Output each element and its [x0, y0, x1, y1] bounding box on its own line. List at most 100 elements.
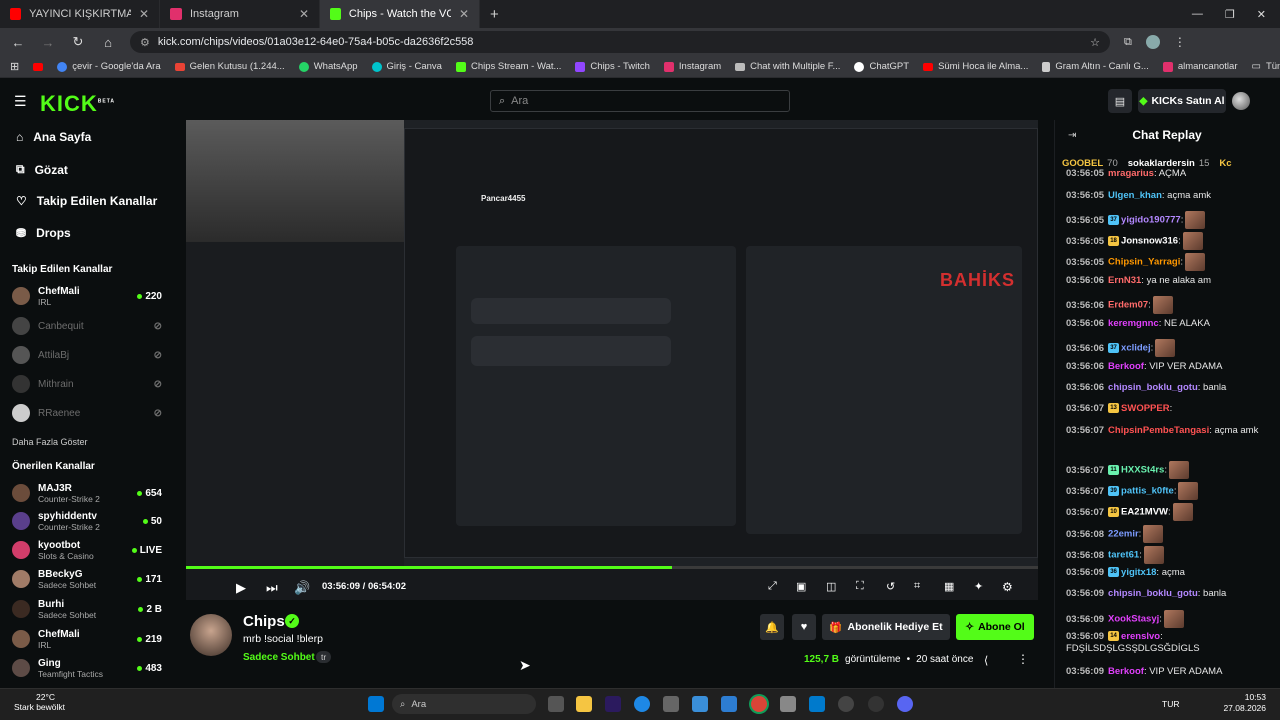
bookmark-item[interactable]: Gelen Kutusu (1.244...	[174, 61, 285, 72]
kick-logo[interactable]: KICKBETA	[40, 91, 115, 117]
nav-drops[interactable]: ⛃ Drops	[16, 226, 71, 240]
follow-heart-icon[interactable]: ♥	[792, 614, 816, 640]
chat-username[interactable]: Berkoof	[1108, 666, 1144, 677]
edge-icon[interactable]	[634, 696, 650, 712]
close-tab-icon[interactable]: ✕	[139, 7, 149, 21]
chat-username[interactable]: Ulgen_khan	[1108, 190, 1162, 201]
hamburger-menu-icon[interactable]: ☰	[14, 93, 27, 110]
chat-username[interactable]: EA21MVW	[1121, 507, 1168, 518]
subscribe-button[interactable]: ✧ Abone Ol	[956, 614, 1034, 640]
nav-browse[interactable]: ⧉ Gözat	[16, 162, 68, 177]
sparkle-icon[interactable]: ✦	[974, 580, 983, 593]
all-bookmarks[interactable]: ▭Tüm Yer İşaretleri	[1251, 61, 1280, 72]
input-language[interactable]: TUR	[1162, 699, 1179, 709]
chat-username[interactable]: Jonsnow316	[1121, 236, 1178, 247]
app-icon[interactable]	[868, 696, 884, 712]
close-tab-icon[interactable]: ✕	[459, 7, 469, 21]
windows-start-icon[interactable]	[368, 696, 384, 712]
close-window-icon[interactable]: ✕	[1257, 8, 1266, 21]
weather-widget[interactable]: 22°C Stark bewölkt	[14, 692, 65, 712]
sidebar-channel[interactable]: MAJ3R Counter-Strike 2 654	[12, 480, 162, 506]
vscode-icon[interactable]	[809, 696, 825, 712]
chat-username[interactable]: keremgnnc	[1108, 318, 1159, 329]
extensions-icon[interactable]: ⧉	[1124, 36, 1132, 49]
sidebar-channel[interactable]: ChefMali IRL 220	[12, 283, 162, 309]
bookmark-item[interactable]: Sümi Hoca ile Alma...	[923, 61, 1028, 72]
sidebar-channel[interactable]: BBeckyG Sadece Sohbet 171	[12, 566, 162, 592]
reload-icon[interactable]: ↻	[70, 34, 86, 50]
chat-username[interactable]: yigitx18	[1121, 567, 1156, 578]
chat-username[interactable]: mragarius	[1108, 168, 1154, 179]
chat-username[interactable]: chipsin_boklu_gotu	[1108, 588, 1198, 599]
bookmark-item[interactable]: almancanotlar	[1162, 61, 1237, 72]
sidebar-channel[interactable]: spyhiddentv Counter-Strike 2 50	[12, 508, 162, 534]
bookmark-item[interactable]: Giriş - Canva	[371, 61, 442, 72]
buy-kicks-button[interactable]: ◆ KICKs Satın Al	[1138, 89, 1226, 113]
sidebar-channel[interactable]: Canbequit ⊘	[12, 313, 162, 339]
maximize-icon[interactable]: ❐	[1225, 8, 1235, 21]
app-icon[interactable]	[692, 696, 708, 712]
chat-overlay-icon[interactable]: ▦	[944, 580, 954, 593]
bookmark-item[interactable]: Gram Altın - Canlı G...	[1042, 61, 1149, 72]
apps-icon[interactable]: ⊞	[10, 60, 19, 73]
chat-username[interactable]: taret61	[1108, 550, 1139, 561]
sidebar-channel[interactable]: Ging Teamfight Tactics 483	[12, 655, 162, 681]
chat-username[interactable]: pattis_k0fte	[1121, 486, 1174, 497]
sidebar-channel[interactable]: AttilaBj ⊘	[12, 342, 162, 368]
pip-icon[interactable]: ◫	[826, 580, 836, 593]
minimize-icon[interactable]: —	[1192, 8, 1203, 21]
premiere-icon[interactable]	[605, 696, 621, 712]
chrome-icon[interactable]	[751, 696, 767, 712]
nav-home[interactable]: ⌂ Ana Sayfa	[16, 130, 91, 144]
sidebar-channel[interactable]: kyootbot Slots & Casino LIVE	[12, 537, 162, 563]
language-tag[interactable]: tr	[316, 651, 332, 663]
volume-icon[interactable]: 🔊	[294, 580, 310, 596]
home-icon[interactable]: ⌂	[100, 35, 116, 50]
browser-tab[interactable]: Instagram ✕	[160, 0, 320, 28]
video-player[interactable]: BAHİKS Pancar4455 ▶ ⏭ 🔊 03:56:09 / 06:54…	[186, 120, 1038, 600]
sidebar-channel[interactable]: Burhi Sadece Sohbet 2 B	[12, 596, 162, 622]
theater-icon[interactable]: ⤢	[768, 580, 777, 593]
browser-tab-active[interactable]: Chips - Watch the VOD on Kick ✕	[320, 0, 480, 28]
sidebar-channel[interactable]: Mithrain ⊘	[12, 371, 162, 397]
discord-icon[interactable]	[897, 696, 913, 712]
file-explorer-icon[interactable]	[576, 696, 592, 712]
crop-icon[interactable]: ⌗	[914, 580, 920, 593]
site-info-icon[interactable]: ⚙	[140, 36, 150, 49]
clip-icon[interactable]: ▣	[796, 580, 806, 593]
bookmark-item[interactable]: Chips - Twitch	[575, 61, 650, 72]
chat-username[interactable]: yigido190777	[1121, 215, 1181, 226]
notification-bell-icon[interactable]: 🔔	[760, 614, 784, 640]
bookmark-item[interactable]: Instagram	[663, 61, 721, 72]
play-icon[interactable]: ▶	[236, 580, 246, 596]
share-icon[interactable]: ⟨	[984, 654, 988, 667]
chat-username[interactable]: ErnN31	[1108, 275, 1141, 286]
settings-icon[interactable]: ⚙	[1002, 580, 1013, 594]
chat-username[interactable]: Chipsin_Yarragi	[1108, 257, 1180, 268]
fullscreen-icon[interactable]: ⛶	[856, 580, 864, 593]
new-tab-button[interactable]: +	[480, 0, 509, 28]
channel-name[interactable]: Chips	[243, 613, 285, 630]
menu-icon[interactable]: ⋮	[1174, 35, 1186, 49]
chat-username[interactable]: HXXSt4rs	[1121, 465, 1164, 476]
back-icon[interactable]: ←	[10, 35, 26, 50]
taskbar-search[interactable]: ⌕ Ara	[392, 694, 536, 714]
user-avatar[interactable]	[1232, 92, 1250, 110]
chat-username[interactable]: Berkoof	[1108, 361, 1144, 372]
bookmark-item[interactable]: WhatsApp	[298, 61, 358, 72]
bookmark-item[interactable]: Chat with Multiple F...	[735, 61, 840, 72]
url-input[interactable]: ⚙ kick.com/chips/videos/01a03e12-64e0-75…	[130, 31, 1110, 53]
chat-username[interactable]: Erdem07	[1108, 300, 1148, 311]
chat-username[interactable]: 22emir	[1108, 529, 1139, 540]
show-more-link[interactable]: Daha Fazla Göster	[12, 437, 88, 447]
sidebar-channel[interactable]: RRaenee ⊘	[12, 400, 162, 426]
chat-username[interactable]: XookStasyj	[1108, 614, 1159, 625]
chat-username[interactable]: erenslvo	[1121, 631, 1160, 642]
store-icon[interactable]	[663, 696, 679, 712]
more-options-icon[interactable]: ⋮	[1017, 652, 1029, 666]
skip-icon[interactable]: ⏭	[266, 580, 278, 596]
forward-icon[interactable]: →	[40, 35, 56, 50]
chat-username[interactable]: SWOPPER	[1121, 403, 1170, 414]
close-tab-icon[interactable]: ✕	[299, 7, 309, 21]
chat-username[interactable]: ChipsinPembeTangasi	[1108, 425, 1209, 436]
